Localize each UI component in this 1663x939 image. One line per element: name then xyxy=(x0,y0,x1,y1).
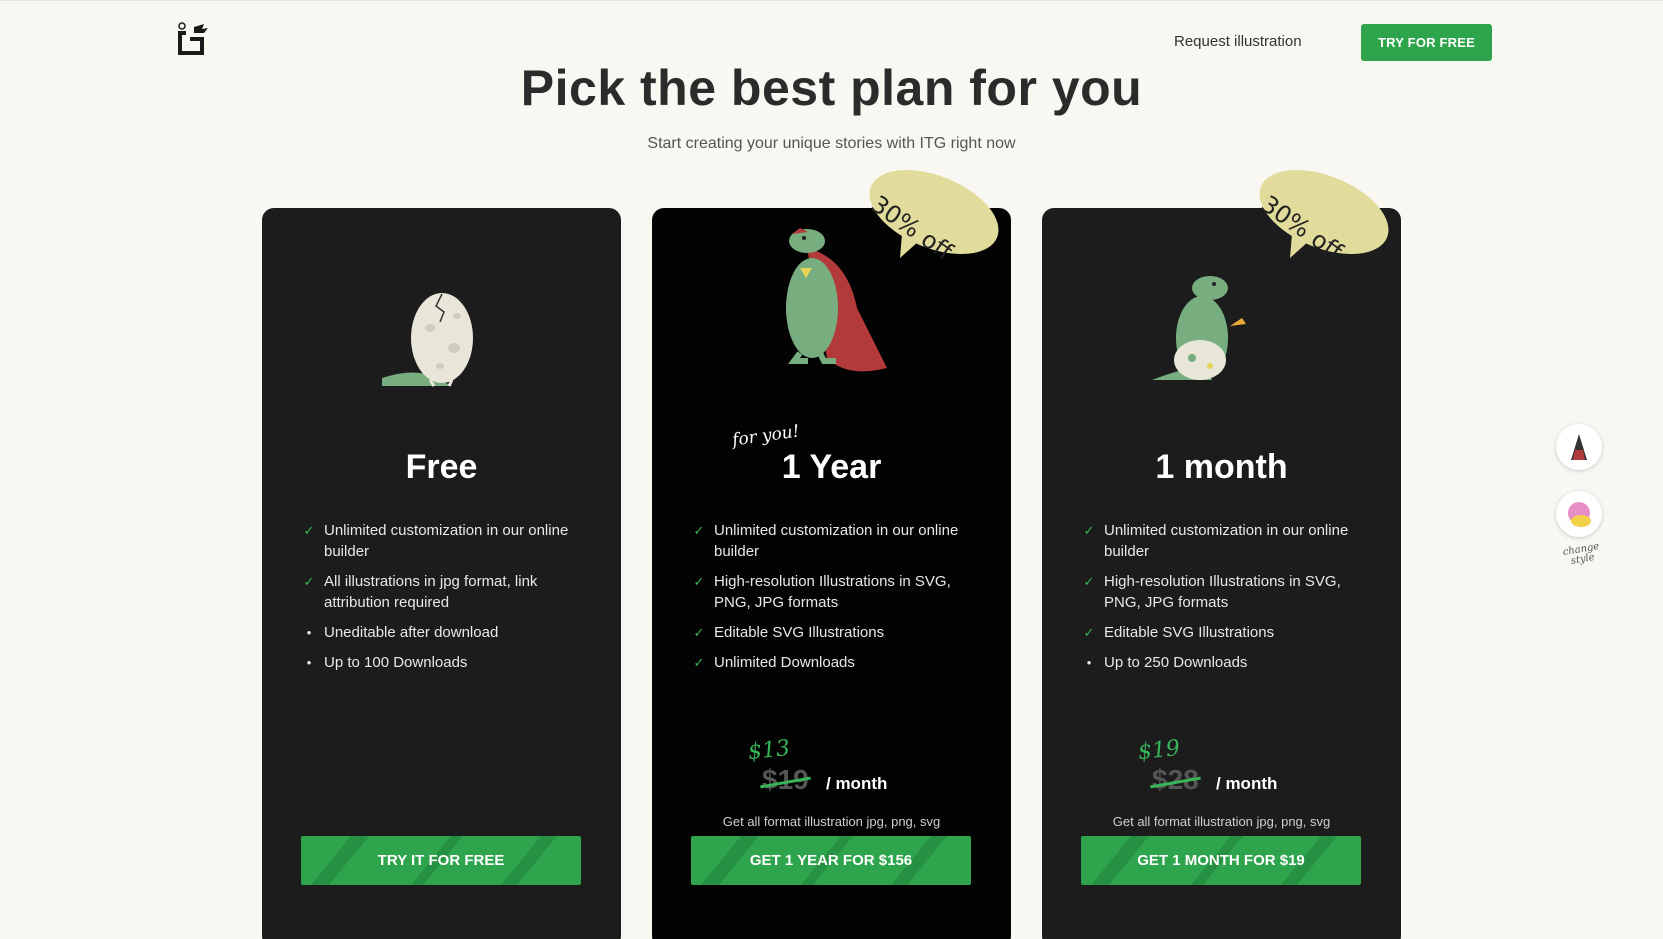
itg-logo[interactable] xyxy=(172,21,212,61)
check-icon: ✓ xyxy=(1083,574,1095,589)
discount-badge: 30% off xyxy=(1252,168,1392,268)
page-title: Pick the best plan for you xyxy=(520,60,1143,116)
price-note: Get all format illustration jpg, png, sv… xyxy=(722,814,941,829)
character-style-icon xyxy=(1568,502,1591,527)
discounted-price: $13 xyxy=(746,735,792,766)
feature-item: ✓ Unlimited customization in our online b… xyxy=(303,522,569,560)
try-for-free-button[interactable]: TRY FOR FREE xyxy=(1361,24,1492,61)
feature-item: • Uneditable after download xyxy=(302,622,592,643)
feature-item: ✓ Editable SVG Illustrations xyxy=(693,624,885,641)
plan-card-1-year: for you! 1 Year ✓ Unlimited customization… xyxy=(652,208,1011,939)
change-style-label: change style xyxy=(1561,540,1601,567)
plan-card-free: Free ✓ Unlimited customization in our onl… xyxy=(262,208,621,939)
feature-item: • Up to 250 Downloads xyxy=(1082,652,1372,673)
discounted-price: $19 xyxy=(1136,735,1182,766)
feature-item: ✓ Unlimited customization in our online b… xyxy=(693,522,959,560)
bullet-icon: • xyxy=(1086,655,1092,670)
price-period: / month xyxy=(1216,774,1278,793)
price-period: / month xyxy=(826,774,888,793)
check-icon: ✓ xyxy=(693,574,705,589)
check-icon: ✓ xyxy=(693,523,705,538)
get-1-month-button[interactable]: GET 1 MONTH FOR $19 xyxy=(1081,836,1361,885)
feature-item: ✓ High-resolution Illustrations in SVG, P… xyxy=(693,573,951,611)
check-icon: ✓ xyxy=(693,655,705,670)
price-note: Get all format illustration jpg, png, sv… xyxy=(1112,814,1331,829)
discount-badge: 30% off xyxy=(862,168,1002,268)
feature-item: ✓ Editable SVG Illustrations xyxy=(1083,624,1275,641)
page-subtitle: Start creating your unique stories with … xyxy=(647,135,1016,152)
character-style-icon xyxy=(1571,434,1587,460)
check-icon: ✓ xyxy=(303,523,315,538)
feature-item: ✓ All illustrations in jpg format, link a… xyxy=(303,573,538,611)
request-illustration-link[interactable]: Request illustration xyxy=(1174,33,1302,50)
feature-item: ✓ Unlimited Downloads xyxy=(693,654,855,671)
plan-name: 1 month xyxy=(1155,448,1288,486)
check-icon: ✓ xyxy=(303,574,315,589)
get-1-year-button[interactable]: GET 1 YEAR FOR $156 xyxy=(691,836,971,885)
feature-list: ✓ Unlimited customization in our online b… xyxy=(692,520,982,682)
bullet-icon: • xyxy=(306,625,312,640)
check-icon: ✓ xyxy=(1083,625,1095,640)
feature-item: ✓ Unlimited customization in our online b… xyxy=(1083,522,1349,560)
check-icon: ✓ xyxy=(693,625,705,640)
try-it-for-free-button[interactable]: TRY IT FOR FREE xyxy=(301,836,581,885)
feature-list: ✓ Unlimited customization in our online b… xyxy=(302,520,592,682)
style-avatar-2[interactable] xyxy=(1556,491,1602,537)
bullet-icon: • xyxy=(306,655,312,670)
original-price: $19 xyxy=(762,764,809,795)
feature-item: ✓ High-resolution Illustrations in SVG, P… xyxy=(1083,573,1341,611)
original-price: $28 xyxy=(1152,764,1199,795)
plan-card-1-month: 1 month ✓ Unlimited customization in our … xyxy=(1042,208,1401,939)
feature-item: • Up to 100 Downloads xyxy=(302,652,592,673)
feature-list: ✓ Unlimited customization in our online b… xyxy=(1082,520,1372,682)
egg-dino-icon xyxy=(382,293,473,387)
plan-name: Free xyxy=(405,448,478,486)
for-you-tag: for you! xyxy=(730,421,801,451)
style-avatar-1[interactable] xyxy=(1556,424,1602,470)
plan-name: 1 Year xyxy=(781,448,882,486)
check-icon: ✓ xyxy=(1083,523,1095,538)
